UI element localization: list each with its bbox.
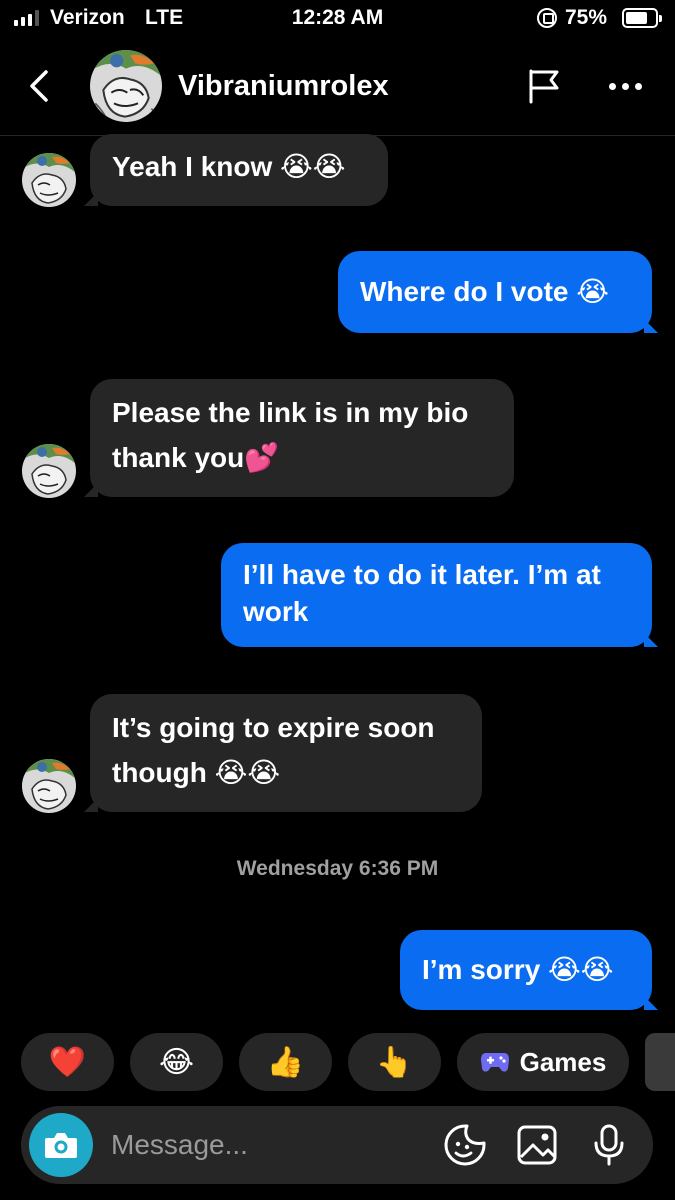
heart-emoji: ❤️: [48, 1045, 87, 1079]
message-bubble-incoming[interactable]: Please the link is in my bio thank you💕: [90, 379, 514, 497]
chat-header: Vibraniumrolex: [0, 40, 675, 136]
message-bubble-outgoing[interactable]: I’m sorry 😭😭: [400, 930, 652, 1010]
games-button[interactable]: Games: [457, 1033, 629, 1091]
battery-icon: [622, 8, 662, 28]
sender-avatar[interactable]: [22, 444, 76, 498]
gallery-icon[interactable]: [515, 1123, 559, 1167]
thumbs-up-emoji: 👍: [266, 1045, 305, 1079]
sticker-icon[interactable]: [443, 1123, 487, 1167]
microphone-icon[interactable]: [587, 1123, 631, 1167]
message-bubble-incoming[interactable]: It’s going to expire soon though 😭😭: [90, 694, 482, 812]
camera-icon: [45, 1133, 77, 1158]
sticker-preview-chip[interactable]: [645, 1033, 675, 1091]
message-bubble-outgoing[interactable]: Where do I vote 😭: [338, 251, 652, 333]
message-text: Yeah I know 😭😭: [112, 151, 346, 182]
thumbs-up-reaction-button[interactable]: 👍: [239, 1033, 332, 1091]
pointing-up-emoji: 👆: [375, 1045, 414, 1079]
message-text: Please the link is in my bio thank you💕: [112, 397, 469, 473]
quick-reactions-bar: ❤️ 😂 👍 👆 Games: [21, 1033, 675, 1091]
laugh-reaction-button[interactable]: 😂: [130, 1033, 223, 1091]
games-label: Games: [519, 1046, 607, 1077]
gamepad-icon: [480, 1053, 509, 1072]
message-text: I’m sorry 😭😭: [422, 954, 614, 985]
battery-percent: 75%: [565, 6, 608, 29]
message-bubble-incoming[interactable]: Yeah I know 😭😭: [90, 134, 388, 206]
message-composer: [21, 1106, 653, 1184]
sender-avatar[interactable]: [22, 759, 76, 813]
message-text: Where do I vote 😭: [360, 276, 609, 307]
message-text: I’ll have to do it later. I’m at work: [243, 559, 601, 627]
heart-reaction-button[interactable]: ❤️: [21, 1033, 114, 1091]
conversation-timestamp: Wednesday 6:36 PM: [236, 857, 439, 880]
message-input[interactable]: [111, 1106, 421, 1184]
back-chevron-icon[interactable]: [24, 68, 54, 104]
camera-button[interactable]: [29, 1113, 93, 1177]
laughing-emoji: 😂: [158, 1045, 195, 1079]
contact-avatar[interactable]: [90, 50, 162, 122]
contact-name[interactable]: Vibraniumrolex: [178, 70, 389, 103]
message-bubble-outgoing[interactable]: I’ll have to do it later. I’m at work: [221, 543, 652, 647]
message-text: It’s going to expire soon though 😭😭: [112, 712, 435, 788]
flag-icon[interactable]: [524, 66, 564, 106]
sender-avatar[interactable]: [22, 153, 76, 207]
more-dots-icon[interactable]: [603, 66, 647, 106]
status-bar: Verizon LTE 12:28 AM 75%: [0, 0, 675, 40]
rotation-lock-icon: [537, 8, 557, 28]
point-up-reaction-button[interactable]: 👆: [348, 1033, 441, 1091]
